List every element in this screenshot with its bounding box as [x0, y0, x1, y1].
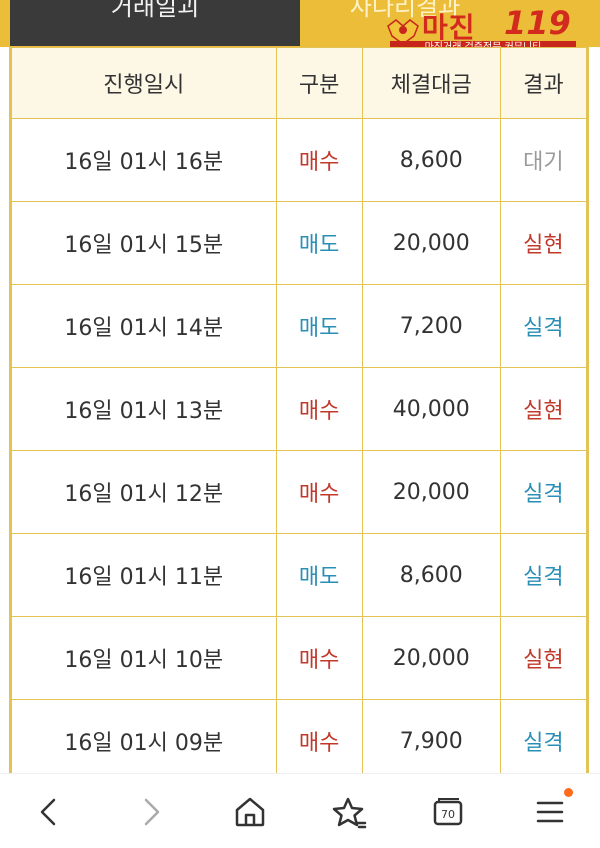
table-row: 16일 01시 09분 매수 7,900 실격 [11, 699, 587, 773]
tabs-count: 70 [441, 808, 455, 821]
forward-icon [144, 798, 160, 826]
tab-trade-log[interactable]: 거래일괴 [10, 0, 300, 46]
table-row: 16일 01시 15분 매도 20,000 실현 [11, 201, 587, 285]
cell-side: 매수 [275, 450, 363, 534]
logo-number: 119 [504, 4, 571, 42]
cell-result: 실격 [499, 533, 587, 617]
cell-amount: 7,200 [361, 284, 501, 368]
cell-amount: 8,600 [361, 533, 501, 617]
back-icon [40, 798, 56, 826]
column-header-result: 결과 [499, 47, 587, 119]
cell-result: 실현 [499, 616, 587, 700]
cell-time: 16일 01시 12분 [11, 450, 277, 534]
table-row: 16일 01시 10분 매수 20,000 실현 [11, 616, 587, 700]
cell-result: 실격 [499, 699, 587, 773]
cell-result: 실격 [499, 284, 587, 368]
back-button[interactable] [24, 788, 72, 836]
forward-button[interactable] [128, 788, 176, 836]
cell-amount: 40,000 [361, 367, 501, 451]
cell-result: 실현 [499, 201, 587, 285]
home-icon [235, 797, 265, 827]
cell-amount: 20,000 [361, 616, 501, 700]
table-row: 16일 01시 16분 매수 8,600 대기 [11, 118, 587, 202]
notification-dot [564, 788, 573, 797]
cell-side: 매도 [275, 533, 363, 617]
cell-time: 16일 01시 15분 [11, 201, 277, 285]
cell-result: 실격 [499, 450, 587, 534]
cell-side: 매수 [275, 367, 363, 451]
cell-time: 16일 01시 11분 [11, 533, 277, 617]
site-logo: 마진 119 마진거래 검증전문 커뮤니티 [386, 4, 586, 55]
cell-amount: 7,900 [361, 699, 501, 773]
tabs-button[interactable]: 70 [424, 788, 472, 836]
home-button[interactable] [226, 788, 274, 836]
cell-time: 16일 01시 14분 [11, 284, 277, 368]
trade-table: 진행일시 구분 체결대금 결과 16일 01시 16분 매수 8,600 대기 … [11, 47, 587, 773]
cell-time: 16일 01시 10분 [11, 616, 277, 700]
cell-side: 매도 [275, 284, 363, 368]
bookmarks-button[interactable] [326, 788, 374, 836]
browser-bottom-nav: 70 [0, 773, 600, 848]
table-row: 16일 01시 14분 매도 7,200 실격 [11, 284, 587, 368]
cell-side: 매도 [275, 201, 363, 285]
menu-button[interactable] [526, 788, 574, 836]
cell-amount: 20,000 [361, 201, 501, 285]
tabs-icon: 70 [433, 798, 463, 826]
cell-time: 16일 01시 16분 [11, 118, 277, 202]
bookmark-star-icon [332, 797, 367, 829]
column-header-amount: 체결대금 [361, 47, 501, 119]
table-row: 16일 01시 11분 매도 8,600 실격 [11, 533, 587, 617]
cell-result: 대기 [499, 118, 587, 202]
table-header-row: 진행일시 구분 체결대금 결과 [11, 47, 587, 119]
cell-result: 실현 [499, 367, 587, 451]
cell-amount: 8,600 [361, 118, 501, 202]
logo-name: 마진 [422, 11, 476, 44]
trade-table-container: 진행일시 구분 체결대금 결과 16일 01시 16분 매수 8,600 대기 … [9, 47, 589, 773]
cell-time: 16일 01시 09분 [11, 699, 277, 773]
cell-side: 매수 [275, 699, 363, 773]
column-header-side: 구분 [275, 47, 363, 119]
table-row: 16일 01시 12분 매수 20,000 실격 [11, 450, 587, 534]
cell-amount: 20,000 [361, 450, 501, 534]
cell-time: 16일 01시 13분 [11, 367, 277, 451]
cell-side: 매수 [275, 616, 363, 700]
column-header-time: 진행일시 [11, 47, 277, 119]
cell-side: 매수 [275, 118, 363, 202]
table-row: 16일 01시 13분 매수 40,000 실현 [11, 367, 587, 451]
